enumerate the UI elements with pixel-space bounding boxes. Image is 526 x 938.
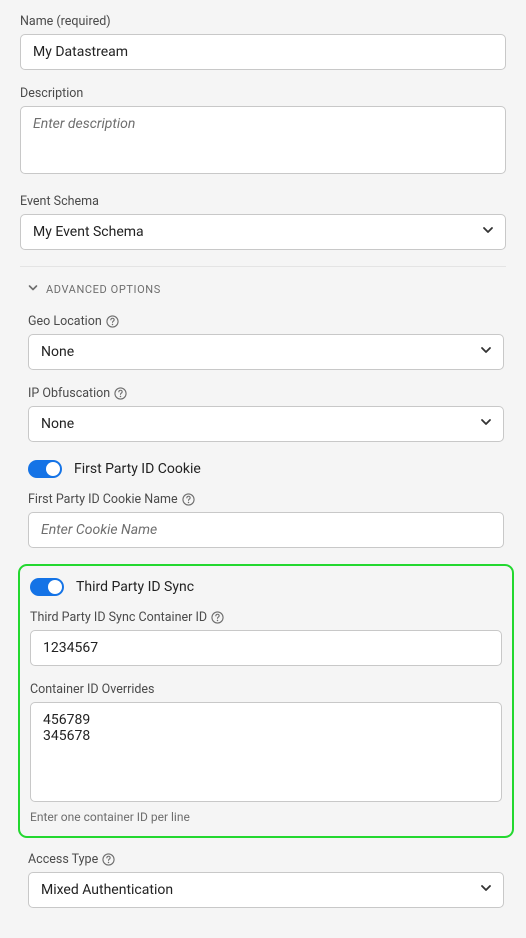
- first-party-cookie-name-input[interactable]: [28, 512, 504, 548]
- container-overrides-help: Enter one container ID per line: [30, 810, 502, 824]
- help-icon[interactable]: [211, 611, 224, 624]
- event-schema-select[interactable]: My Event Schema: [20, 214, 506, 250]
- event-schema-label: Event Schema: [20, 194, 506, 209]
- advanced-options-toggle[interactable]: ADVANCED OPTIONS: [20, 283, 506, 296]
- chevron-down-icon: [28, 283, 38, 296]
- first-party-cookie-label: First Party ID Cookie: [74, 461, 201, 477]
- advanced-options-label: ADVANCED OPTIONS: [46, 283, 161, 296]
- description-textarea[interactable]: [20, 106, 506, 174]
- help-icon[interactable]: [106, 315, 119, 328]
- geo-location-label: Geo Location: [28, 314, 102, 329]
- first-party-cookie-name-label: First Party ID Cookie Name: [28, 492, 178, 507]
- help-icon[interactable]: [182, 493, 195, 506]
- third-party-sync-section: Third Party ID Sync Third Party ID Sync …: [18, 564, 514, 838]
- ip-obfuscation-select[interactable]: None: [28, 406, 504, 442]
- description-label: Description: [20, 86, 506, 101]
- ip-obfuscation-label: IP Obfuscation: [28, 386, 110, 401]
- geo-location-select[interactable]: None: [28, 334, 504, 370]
- name-input[interactable]: [20, 34, 506, 70]
- container-id-input[interactable]: [30, 630, 502, 666]
- container-overrides-label: Container ID Overrides: [30, 682, 502, 697]
- third-party-sync-toggle[interactable]: [30, 578, 64, 596]
- access-type-select[interactable]: Mixed Authentication: [28, 872, 504, 908]
- divider: [20, 266, 506, 267]
- help-icon[interactable]: [114, 387, 127, 400]
- first-party-cookie-toggle[interactable]: [28, 460, 62, 478]
- container-overrides-textarea[interactable]: [30, 702, 502, 802]
- access-type-label: Access Type: [28, 852, 98, 867]
- name-label: Name (required): [20, 14, 506, 29]
- help-icon[interactable]: [102, 853, 115, 866]
- third-party-sync-label: Third Party ID Sync: [76, 579, 194, 595]
- container-id-label: Third Party ID Sync Container ID: [30, 610, 207, 625]
